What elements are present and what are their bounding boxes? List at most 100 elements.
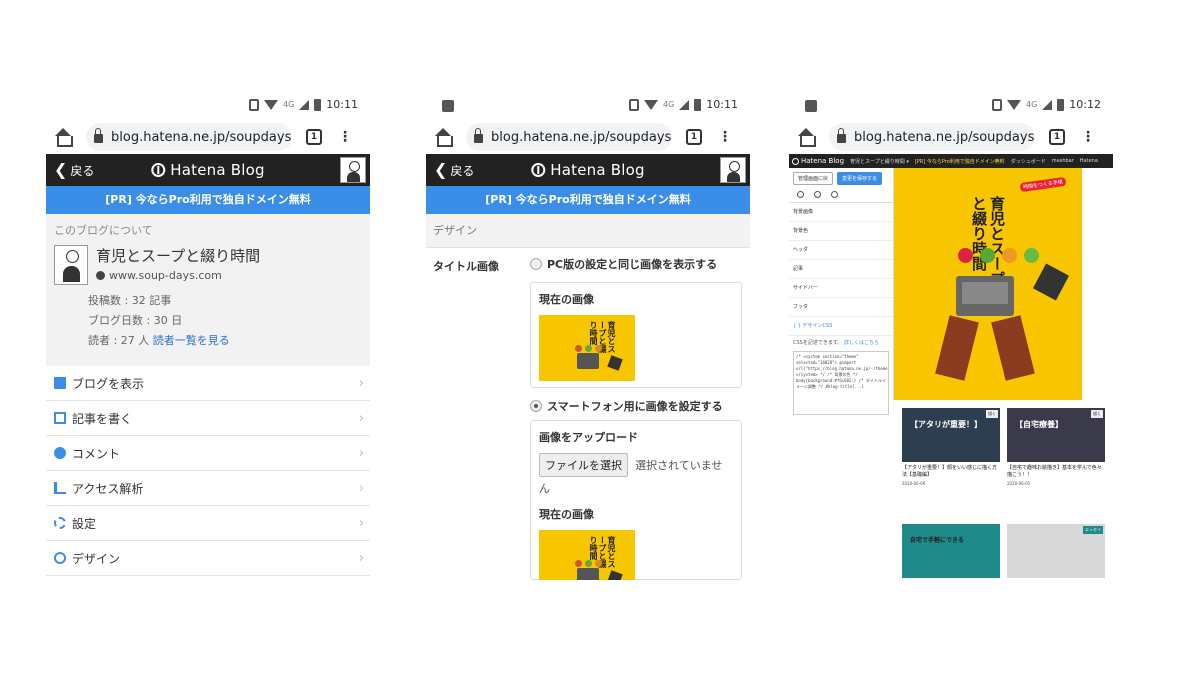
thumbnail-caption: 自宅で手軽にできる (910, 537, 964, 544)
title-image-thumbnail: 育児とスープと綴り時間 (539, 315, 635, 381)
hatena-header: ❮ 戻る Hatena Blog (426, 154, 750, 186)
menu-item-label: 記事を書く (72, 411, 133, 426)
lock-icon (837, 128, 846, 143)
title-image-thumbnail: 育児とスープと綴り時間 (539, 530, 635, 580)
radio-smartphone-image[interactable]: スマートフォン用に画像を設定する (530, 398, 723, 414)
smartphone-tab-icon[interactable] (831, 191, 838, 198)
battery-icon (1057, 98, 1065, 111)
hatena-blog-logo[interactable]: Hatena Blog (792, 157, 844, 165)
back-button[interactable]: ❮ 戻る (46, 162, 94, 179)
radio-button[interactable] (530, 258, 542, 270)
article-thumbnail: 自宅で手軽にできる (902, 524, 1000, 578)
choose-file-button[interactable]: ファイルを選択 (539, 453, 628, 477)
sidebar-item-background-color[interactable]: 背景色 (789, 222, 893, 241)
radio-button-checked[interactable] (530, 400, 542, 412)
vibrate-icon (992, 98, 1002, 111)
design-icon (54, 552, 66, 564)
network-label: 4G (283, 100, 295, 109)
sidebar-item-design-css[interactable]: { } デザインCSS (789, 317, 893, 336)
mashbar-link[interactable]: mashbar (1052, 158, 1074, 164)
menu-item-view-blog[interactable]: ブログを表示 › (46, 366, 370, 401)
article-card[interactable]: 自宅で手軽にできる (902, 524, 1000, 578)
url-text: blog.hatena.ne.jp/soupdays/s (111, 129, 292, 145)
hatena-logo-icon (792, 157, 799, 165)
article-card[interactable]: エッセイ (1007, 524, 1105, 578)
address-bar[interactable]: blog.hatena.ne.jp/soupdays/s (829, 123, 1035, 151)
menu-item-design[interactable]: デザイン › (46, 541, 370, 576)
menu-icon[interactable]: ⋮ (1081, 130, 1095, 144)
title-image-settings: タイトル画像 PC版の設定と同じ画像を表示する 現在の画像 育児とスープと綴り時… (426, 248, 750, 580)
menu-item-comments[interactable]: コメント › (46, 436, 370, 471)
radio-label: PC版の設定と同じ画像を表示する (547, 258, 718, 271)
menu-item-analytics[interactable]: アクセス解析 › (46, 471, 370, 506)
css-editor[interactable]: /* <system section="theme" selected="160… (793, 351, 889, 415)
hatena-blog-logo[interactable]: Hatena Blog (151, 161, 265, 179)
article-title: 【自宅で趣味お絵描き】基本を学んで色々描こう！！ (1007, 465, 1102, 478)
pr-banner[interactable]: [PR] 今ならPro利用で独自ドメイン無料 (426, 186, 750, 214)
post-count: 投稿数 : 32 記事 (88, 294, 172, 307)
thumb-title: 育児とスープと綴り時間 (589, 536, 616, 568)
avatar[interactable] (720, 157, 746, 183)
radio-pc-image[interactable]: PC版の設定と同じ画像を表示する (530, 256, 717, 272)
sidebar-item-background-image[interactable]: 背景画像 (789, 203, 893, 222)
sidebar-item-article[interactable]: 記事 (789, 260, 893, 279)
css-help-link[interactable]: 詳しくはこちら (844, 340, 879, 346)
save-changes-button[interactable]: 変更を保存する (837, 172, 883, 185)
status-bar: 4G 10:11 (46, 92, 370, 120)
hero-badge: 時間をつくる手帳 (1019, 176, 1067, 193)
article-card[interactable]: 【自宅療養】 描く 【自宅で趣味お絵描き】基本を学んで色々描こう！！ 2020-… (1007, 408, 1105, 486)
home-icon[interactable] (54, 128, 73, 147)
article-date: 2020-06-06 (902, 481, 926, 486)
comment-icon (54, 447, 66, 459)
dashboard-link[interactable]: ダッシュボード (1011, 158, 1046, 165)
article-card[interactable]: 【アタリが重要！】 描く 【アタリが重要！】顔をいい感じに描く方法【基礎編】 2… (902, 408, 1000, 486)
pr-link[interactable]: [PR] 今ならPro利用で独自ドメイン無料 (915, 158, 1005, 165)
home-icon[interactable] (434, 128, 453, 147)
clock: 10:11 (706, 98, 738, 111)
back-button[interactable]: ❮ 戻る (426, 162, 474, 179)
address-bar[interactable]: blog.hatena.ne.jp/soupdays/s (466, 123, 672, 151)
design-sidebar: 管理画面に戻 変更を保存する 背景画像 背景色 ヘッダ 記事 サイドバー フッタ… (789, 168, 894, 415)
reader-list-link[interactable]: 読者一覧を見る (153, 334, 230, 347)
hatena-link[interactable]: Hatena (1080, 158, 1098, 164)
phone-screen-design-settings: 4G 10:11 blog.hatena.ne.jp/soupdays/s 1 … (426, 92, 750, 580)
article-title: 【アタリが重要！】顔をいい感じに描く方法【基礎編】 (902, 465, 998, 478)
bowl-graphic (1002, 248, 1017, 263)
article-thumbnail: 【自宅療養】 描く (1007, 408, 1105, 462)
menu-item-write[interactable]: 記事を書く › (46, 401, 370, 436)
sidebar-item-sidebar[interactable]: サイドバー (789, 279, 893, 298)
menu-icon[interactable]: ⋮ (338, 130, 352, 144)
menu-item-settings[interactable]: 設定 › (46, 506, 370, 541)
hatena-blog-logo[interactable]: Hatena Blog (531, 161, 645, 179)
signal-icon (1042, 99, 1053, 110)
article-thumbnail: エッセイ (1007, 524, 1105, 578)
customize-tab-icon[interactable] (814, 191, 821, 198)
settings-icon (54, 517, 66, 529)
tabs-icon[interactable]: 1 (1049, 129, 1065, 145)
logo-text: Hatena Blog (170, 161, 265, 179)
theme-tab-icon[interactable] (797, 191, 804, 198)
home-icon[interactable] (797, 128, 816, 147)
pr-banner[interactable]: [PR] 今ならPro利用で独自ドメイン無料 (46, 186, 370, 214)
bowl-graphic (585, 345, 592, 352)
blog-url-row[interactable]: www.soup-days.com (96, 269, 260, 282)
blog-icon (54, 377, 66, 389)
back-to-admin-button[interactable]: 管理画面に戻 (793, 172, 834, 185)
chevron-right-icon: › (358, 376, 364, 391)
image-notification-icon (805, 100, 817, 112)
menu-item-label: デザイン (72, 551, 121, 566)
blog-switch-link[interactable]: 育児とスープと綴り時間 ▾ (850, 158, 909, 165)
current-image-box: 現在の画像 育児とスープと綴り時間 (530, 282, 742, 388)
laptop-graphic (956, 276, 1014, 316)
avatar[interactable] (340, 157, 366, 183)
menu-icon[interactable]: ⋮ (718, 130, 732, 144)
address-bar[interactable]: blog.hatena.ne.jp/soupdays/s (86, 123, 292, 151)
sidebar-item-header[interactable]: ヘッダ (789, 241, 893, 260)
tabs-icon[interactable]: 1 (686, 129, 702, 145)
bowl-graphic (585, 560, 592, 567)
write-icon (54, 412, 66, 424)
status-bar: 4G 10:11 (426, 92, 750, 120)
sidebar-item-footer[interactable]: フッタ (789, 298, 893, 317)
tabs-icon[interactable]: 1 (306, 129, 322, 145)
logo-text: Hatena Blog (801, 157, 845, 165)
